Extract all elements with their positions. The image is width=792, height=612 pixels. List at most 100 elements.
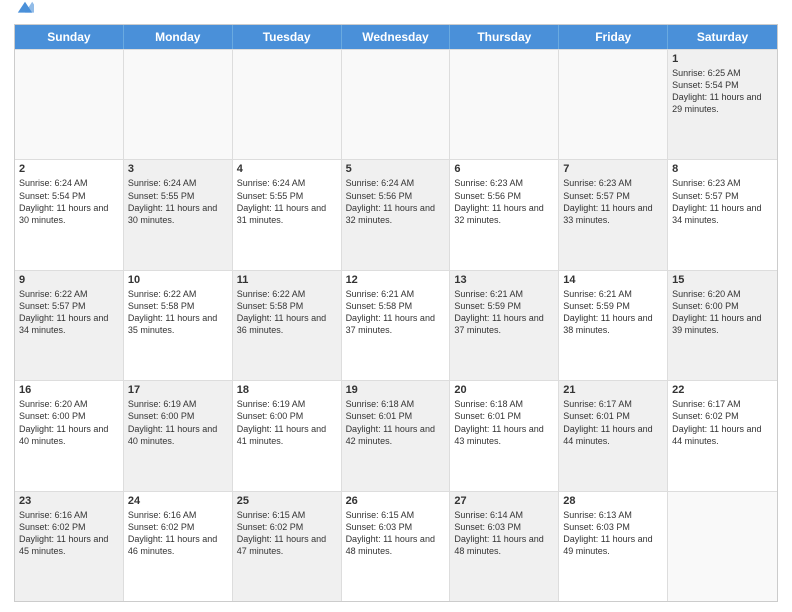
day-info: Sunrise: 6:15 AM Sunset: 6:03 PM Dayligh… [346,509,446,558]
weekday-header: Monday [124,25,233,49]
calendar-cell: 16 Sunrise: 6:20 AM Sunset: 6:00 PM Dayli… [15,381,124,490]
day-number: 4 [237,163,337,175]
day-number: 24 [128,495,228,507]
day-number: 17 [128,384,228,396]
calendar-cell: 9 Sunrise: 6:22 AM Sunset: 5:57 PM Daylig… [15,271,124,380]
calendar-cell: 4 Sunrise: 6:24 AM Sunset: 5:55 PM Daylig… [233,160,342,269]
day-info: Sunrise: 6:23 AM Sunset: 5:56 PM Dayligh… [454,177,554,226]
calendar-row: 16 Sunrise: 6:20 AM Sunset: 6:00 PM Dayli… [15,380,777,490]
day-number: 27 [454,495,554,507]
calendar-cell: 12Sunrise: 6:21 AM Sunset: 5:58 PM Dayli… [342,271,451,380]
day-info: Sunrise: 6:20 AM Sunset: 6:00 PM Dayligh… [672,288,773,337]
weekday-header: Tuesday [233,25,342,49]
calendar-cell [15,50,124,159]
day-number: 16 [19,384,119,396]
calendar-cell: 20 Sunrise: 6:18 AM Sunset: 6:01 PM Dayli… [450,381,559,490]
calendar-header: SundayMondayTuesdayWednesdayThursdayFrid… [15,25,777,49]
day-number: 21 [563,384,663,396]
day-info: Sunrise: 6:17 AM Sunset: 6:02 PM Dayligh… [672,398,773,447]
header [14,10,778,18]
day-info: Sunrise: 6:24 AM Sunset: 5:55 PM Dayligh… [128,177,228,226]
calendar-cell: 23 Sunrise: 6:16 AM Sunset: 6:02 PM Dayli… [15,492,124,601]
day-number: 3 [128,163,228,175]
weekday-header: Saturday [668,25,777,49]
day-number: 12 [346,274,446,286]
day-info: Sunrise: 6:21 AM Sunset: 5:59 PM Dayligh… [454,288,554,337]
calendar-row: 2 Sunrise: 6:24 AM Sunset: 5:54 PM Daylig… [15,159,777,269]
calendar-cell: 11Sunrise: 6:22 AM Sunset: 5:58 PM Dayli… [233,271,342,380]
day-info: Sunrise: 6:19 AM Sunset: 6:00 PM Dayligh… [128,398,228,447]
calendar-row: 23 Sunrise: 6:16 AM Sunset: 6:02 PM Dayli… [15,491,777,601]
calendar: SundayMondayTuesdayWednesdayThursdayFrid… [14,24,778,602]
calendar-cell: 5 Sunrise: 6:24 AM Sunset: 5:56 PM Daylig… [342,160,451,269]
calendar-cell: 2 Sunrise: 6:24 AM Sunset: 5:54 PM Daylig… [15,160,124,269]
calendar-cell: 28 Sunrise: 6:13 AM Sunset: 6:03 PM Dayli… [559,492,668,601]
day-number: 1 [672,53,773,65]
day-number: 19 [346,384,446,396]
day-number: 9 [19,274,119,286]
day-info: Sunrise: 6:20 AM Sunset: 6:00 PM Dayligh… [19,398,119,447]
calendar-cell [342,50,451,159]
calendar-cell: 10Sunrise: 6:22 AM Sunset: 5:58 PM Dayli… [124,271,233,380]
calendar-cell [124,50,233,159]
weekday-header: Friday [559,25,668,49]
calendar-cell: 17 Sunrise: 6:19 AM Sunset: 6:00 PM Dayli… [124,381,233,490]
calendar-cell: 14 Sunrise: 6:21 AM Sunset: 5:59 PM Dayli… [559,271,668,380]
day-number: 8 [672,163,773,175]
day-info: Sunrise: 6:24 AM Sunset: 5:54 PM Dayligh… [19,177,119,226]
day-number: 25 [237,495,337,507]
day-info: Sunrise: 6:18 AM Sunset: 6:01 PM Dayligh… [346,398,446,447]
day-number: 15 [672,274,773,286]
day-number: 6 [454,163,554,175]
calendar-cell: 22 Sunrise: 6:17 AM Sunset: 6:02 PM Dayli… [668,381,777,490]
day-info: Sunrise: 6:16 AM Sunset: 6:02 PM Dayligh… [19,509,119,558]
calendar-cell [668,492,777,601]
day-info: Sunrise: 6:25 AM Sunset: 5:54 PM Dayligh… [672,67,773,116]
calendar-cell: 7 Sunrise: 6:23 AM Sunset: 5:57 PM Daylig… [559,160,668,269]
calendar-cell: 18 Sunrise: 6:19 AM Sunset: 6:00 PM Dayli… [233,381,342,490]
day-number: 20 [454,384,554,396]
day-number: 18 [237,384,337,396]
weekday-header: Thursday [450,25,559,49]
day-info: Sunrise: 6:14 AM Sunset: 6:03 PM Dayligh… [454,509,554,558]
calendar-cell [559,50,668,159]
logo [14,14,34,18]
day-number: 28 [563,495,663,507]
day-info: Sunrise: 6:18 AM Sunset: 6:01 PM Dayligh… [454,398,554,447]
day-info: Sunrise: 6:16 AM Sunset: 6:02 PM Dayligh… [128,509,228,558]
day-number: 5 [346,163,446,175]
page: SundayMondayTuesdayWednesdayThursdayFrid… [0,0,792,612]
day-number: 22 [672,384,773,396]
calendar-cell [450,50,559,159]
day-number: 2 [19,163,119,175]
day-info: Sunrise: 6:21 AM Sunset: 5:59 PM Dayligh… [563,288,663,337]
day-info: Sunrise: 6:22 AM Sunset: 5:57 PM Dayligh… [19,288,119,337]
day-info: Sunrise: 6:22 AM Sunset: 5:58 PM Dayligh… [128,288,228,337]
day-info: Sunrise: 6:13 AM Sunset: 6:03 PM Dayligh… [563,509,663,558]
day-number: 23 [19,495,119,507]
logo-icon [16,0,34,18]
day-info: Sunrise: 6:23 AM Sunset: 5:57 PM Dayligh… [672,177,773,226]
calendar-row: 9 Sunrise: 6:22 AM Sunset: 5:57 PM Daylig… [15,270,777,380]
calendar-cell: 13 Sunrise: 6:21 AM Sunset: 5:59 PM Dayli… [450,271,559,380]
day-info: Sunrise: 6:15 AM Sunset: 6:02 PM Dayligh… [237,509,337,558]
day-info: Sunrise: 6:19 AM Sunset: 6:00 PM Dayligh… [237,398,337,447]
calendar-cell: 6 Sunrise: 6:23 AM Sunset: 5:56 PM Daylig… [450,160,559,269]
day-number: 13 [454,274,554,286]
calendar-cell: 25 Sunrise: 6:15 AM Sunset: 6:02 PM Dayli… [233,492,342,601]
calendar-cell: 21Sunrise: 6:17 AM Sunset: 6:01 PM Dayli… [559,381,668,490]
calendar-cell: 8 Sunrise: 6:23 AM Sunset: 5:57 PM Daylig… [668,160,777,269]
calendar-cell: 1 Sunrise: 6:25 AM Sunset: 5:54 PM Daylig… [668,50,777,159]
day-number: 14 [563,274,663,286]
day-number: 7 [563,163,663,175]
day-info: Sunrise: 6:24 AM Sunset: 5:55 PM Dayligh… [237,177,337,226]
day-info: Sunrise: 6:23 AM Sunset: 5:57 PM Dayligh… [563,177,663,226]
day-info: Sunrise: 6:24 AM Sunset: 5:56 PM Dayligh… [346,177,446,226]
day-number: 11 [237,274,337,286]
calendar-cell: 19 Sunrise: 6:18 AM Sunset: 6:01 PM Dayli… [342,381,451,490]
calendar-cell: 26 Sunrise: 6:15 AM Sunset: 6:03 PM Dayli… [342,492,451,601]
calendar-cell [233,50,342,159]
calendar-cell: 3 Sunrise: 6:24 AM Sunset: 5:55 PM Daylig… [124,160,233,269]
day-number: 26 [346,495,446,507]
weekday-header: Sunday [15,25,124,49]
